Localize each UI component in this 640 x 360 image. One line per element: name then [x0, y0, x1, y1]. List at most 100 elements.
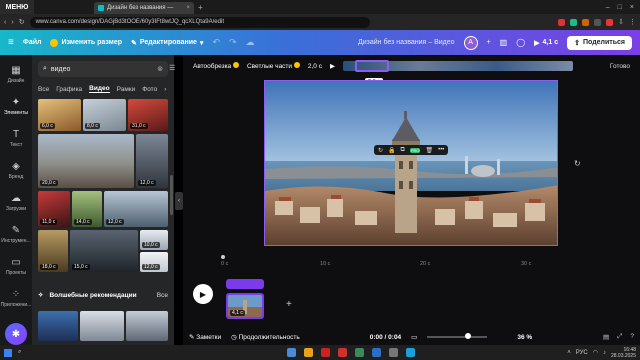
- extension-icon[interactable]: [594, 18, 602, 26]
- magic-assistant-icon[interactable]: ✱: [5, 323, 27, 345]
- rail-item-brand[interactable]: ◈ Бренд: [0, 155, 32, 186]
- app-icon[interactable]: [389, 348, 399, 357]
- browser-tab[interactable]: Дизайн без названия — ×: [94, 2, 194, 14]
- timeline-play-button[interactable]: ▶: [193, 284, 213, 304]
- file-menu[interactable]: Файл: [23, 39, 42, 46]
- fullscreen-icon[interactable]: ⤢: [617, 333, 622, 341]
- new-tab-icon[interactable]: +: [198, 3, 203, 12]
- autotrim-button[interactable]: Автообрезка: [193, 62, 239, 70]
- menu-icon[interactable]: ≡: [8, 37, 14, 48]
- zoom-slider-knob[interactable]: [465, 333, 472, 339]
- close-window-icon[interactable]: ×: [630, 4, 634, 11]
- taskbar-search-icon[interactable]: ⌕: [18, 349, 21, 356]
- video-thumbnail[interactable]: 15,0 с: [70, 230, 138, 272]
- video-thumbnail[interactable]: 31,0 с: [128, 99, 168, 131]
- app-icon[interactable]: [355, 348, 365, 357]
- resize-button[interactable]: Изменить размер: [50, 38, 122, 47]
- video-thumbnail[interactable]: 6,0 с: [38, 99, 81, 131]
- refresh-icon[interactable]: ↻: [574, 159, 581, 168]
- copy-icon[interactable]: ⧉: [401, 147, 405, 154]
- highlights-button[interactable]: Светлые части: [247, 62, 300, 70]
- cloud-save-icon[interactable]: ☁: [246, 37, 255, 48]
- minimize-icon[interactable]: –: [606, 4, 610, 11]
- rotate-icon[interactable]: ↻: [378, 147, 383, 154]
- filter-icon[interactable]: ☰: [169, 64, 175, 72]
- redo-icon[interactable]: ↷: [229, 37, 237, 48]
- video-thumbnail[interactable]: 18,0 с: [38, 230, 68, 272]
- video-thumbnail[interactable]: 20,0 с: [38, 134, 134, 188]
- recommendation-thumbnail[interactable]: [38, 311, 78, 341]
- browser-menu-button[interactable]: МЕНЮ: [0, 0, 34, 14]
- editing-mode-button[interactable]: ✎ Редактирование ▾: [131, 39, 203, 47]
- maximize-icon[interactable]: □: [618, 4, 622, 11]
- play-icon[interactable]: ▶: [330, 62, 335, 70]
- browser-app-icon[interactable]: [321, 348, 331, 357]
- reload-icon[interactable]: ↻: [19, 18, 25, 26]
- video-thumbnail[interactable]: 12,0 с: [104, 191, 168, 227]
- tab-graphics[interactable]: Графика: [56, 86, 82, 93]
- rail-item-elements[interactable]: ✦ Элементы: [0, 91, 32, 122]
- rail-item-projects[interactable]: ▭ Проекты: [0, 251, 32, 282]
- notes-button[interactable]: ✎ Заметки: [189, 333, 221, 341]
- recommendation-thumbnail[interactable]: [80, 311, 124, 341]
- extension-icon[interactable]: [558, 18, 566, 26]
- extension-icon[interactable]: [582, 18, 590, 26]
- lock-icon[interactable]: 🔒: [388, 147, 395, 154]
- rail-item-design[interactable]: ▦ Дизайн: [0, 59, 32, 90]
- app-icon[interactable]: [287, 348, 297, 357]
- duration-button[interactable]: ◷ Продолжительность: [231, 333, 300, 341]
- url-field[interactable]: www.canva.com/design/DAGjBd3tOOE/60y3IFt…: [29, 16, 370, 28]
- collapse-panel-button[interactable]: ‹: [175, 192, 183, 210]
- forward-icon[interactable]: ›: [11, 19, 13, 26]
- add-clip-icon[interactable]: +: [286, 299, 292, 310]
- see-all-link[interactable]: Все: [157, 292, 168, 299]
- folder-icon[interactable]: [304, 348, 314, 357]
- app-icon[interactable]: [406, 348, 416, 357]
- language-indicator[interactable]: РУС: [576, 350, 588, 356]
- tab-photos[interactable]: Фото: [142, 86, 157, 93]
- rail-item-apps[interactable]: ⁘ Приложени...: [0, 283, 32, 314]
- tab-frames[interactable]: Рамки: [117, 86, 136, 93]
- clock[interactable]: 16:48 28.03.2025: [611, 347, 636, 359]
- tab-video[interactable]: Видео: [89, 85, 110, 93]
- present-button[interactable]: ▶ 4,1 с: [534, 39, 558, 47]
- chevron-right-icon[interactable]: ›: [164, 86, 166, 93]
- extension-icon[interactable]: [606, 18, 614, 26]
- search-input[interactable]: ⌕ видео ⊗: [38, 61, 168, 77]
- video-thumbnail[interactable]: 14,0 с: [72, 191, 102, 227]
- video-canvas[interactable]: [264, 80, 558, 246]
- download-icon[interactable]: ⇩: [618, 18, 624, 26]
- avatar[interactable]: А: [463, 35, 478, 50]
- tab-all[interactable]: Все: [38, 86, 49, 93]
- add-collaborator-icon[interactable]: +: [487, 39, 491, 46]
- browser-menu-icon[interactable]: ⋮: [629, 18, 636, 26]
- zoom-value[interactable]: 36 %: [517, 334, 532, 341]
- playhead-dot[interactable]: [221, 255, 225, 259]
- video-thumbnail[interactable]: 11,0 с: [38, 191, 70, 227]
- insights-icon[interactable]: ▥: [500, 38, 508, 47]
- app-icon[interactable]: [338, 348, 348, 357]
- app-icon[interactable]: [372, 348, 382, 357]
- document-title[interactable]: Дизайн без названия – Видео: [358, 39, 455, 46]
- rail-item-tools[interactable]: ✎ Инструмен...: [0, 219, 32, 250]
- clear-search-icon[interactable]: ⊗: [157, 65, 163, 73]
- back-icon[interactable]: ‹: [4, 19, 6, 26]
- video-thumbnail[interactable]: 8,0 с: [83, 99, 126, 131]
- zoom-slider[interactable]: [427, 333, 488, 339]
- rail-item-uploads[interactable]: ☁ Загрузки: [0, 187, 32, 218]
- rail-item-text[interactable]: T Текст: [0, 123, 32, 154]
- recommendation-thumbnail[interactable]: [126, 311, 168, 341]
- timeline-clip[interactable]: 4,1 с: [226, 293, 264, 319]
- panel-scrollbar[interactable]: [170, 175, 173, 215]
- pages-icon[interactable]: ▤: [603, 333, 609, 341]
- video-thumbnail[interactable]: 12,0 с: [136, 134, 168, 188]
- help-icon[interactable]: ?: [630, 333, 634, 341]
- extension-icon[interactable]: [570, 18, 578, 26]
- chevron-up-icon[interactable]: ˄: [567, 350, 571, 356]
- video-thumbnail[interactable]: 10,0 с: [140, 230, 168, 250]
- windows-start-icon[interactable]: [4, 348, 12, 357]
- done-button[interactable]: Готово: [610, 63, 630, 70]
- audio-clip[interactable]: [226, 279, 264, 289]
- wifi-icon[interactable]: ◠: [593, 349, 598, 356]
- volume-icon[interactable]: ♪: [603, 350, 606, 356]
